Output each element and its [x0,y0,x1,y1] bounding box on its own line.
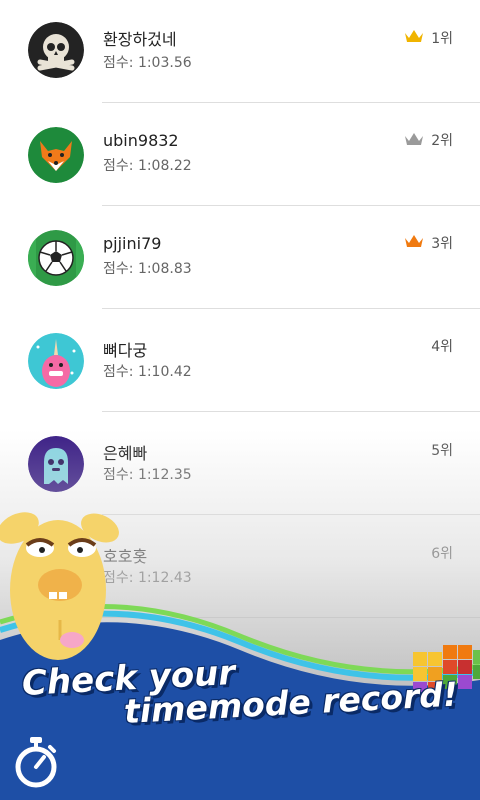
player-score: 점수: 1:08.83 [103,261,192,277]
player-score: 점수: 1:12.43 [103,570,192,586]
player-name: 은혜빠 [103,444,148,463]
player-name: 호호홋 [103,547,148,566]
leaderboard-row[interactable]: pjjini79 점수: 1:08.83 3위 [0,206,480,309]
stopwatch-icon [15,737,57,788]
soccer-ball-icon [28,230,84,286]
leaderboard-row[interactable]: 호호홋 점수: 1:12.43 6위 [0,515,480,618]
player-score: 점수: 1:12.35 [103,467,192,483]
skull-icon [28,22,84,78]
leaderboard-row[interactable]: ubin9832 점수: 1:08.22 2위 [0,103,480,206]
crown-icon [405,133,423,145]
player-name: pjjini79 [103,234,162,253]
player-score: 점수: 1:08.22 [103,158,192,174]
player-name: ubin9832 [103,131,179,150]
player-score: 점수: 1:03.56 [103,55,192,71]
rank-label: 4위 [431,339,453,355]
rank-label: 2위 [431,133,453,149]
rank-label: 6위 [431,546,453,562]
rank-label: 5위 [431,443,453,459]
leaderboard-row[interactable]: 환장하겄네 점수: 1:03.56 1위 [0,0,480,103]
rank-label: 3위 [431,236,453,252]
fox-icon [28,127,84,183]
player-name: 환장하겄네 [103,30,177,49]
player-score: 점수: 1:10.42 [103,364,192,380]
ghost-icon [28,436,84,492]
leaderboard-row[interactable]: 뼈다궁 점수: 1:10.42 4위 [0,309,480,412]
rank-label: 1위 [431,31,453,47]
player-name: 뼈다궁 [103,341,148,360]
crown-icon [405,235,423,247]
crown-icon [405,30,423,42]
leaderboard-row[interactable]: 은혜빠 점수: 1:12.35 5위 [0,412,480,515]
narwhal-icon [28,333,84,389]
